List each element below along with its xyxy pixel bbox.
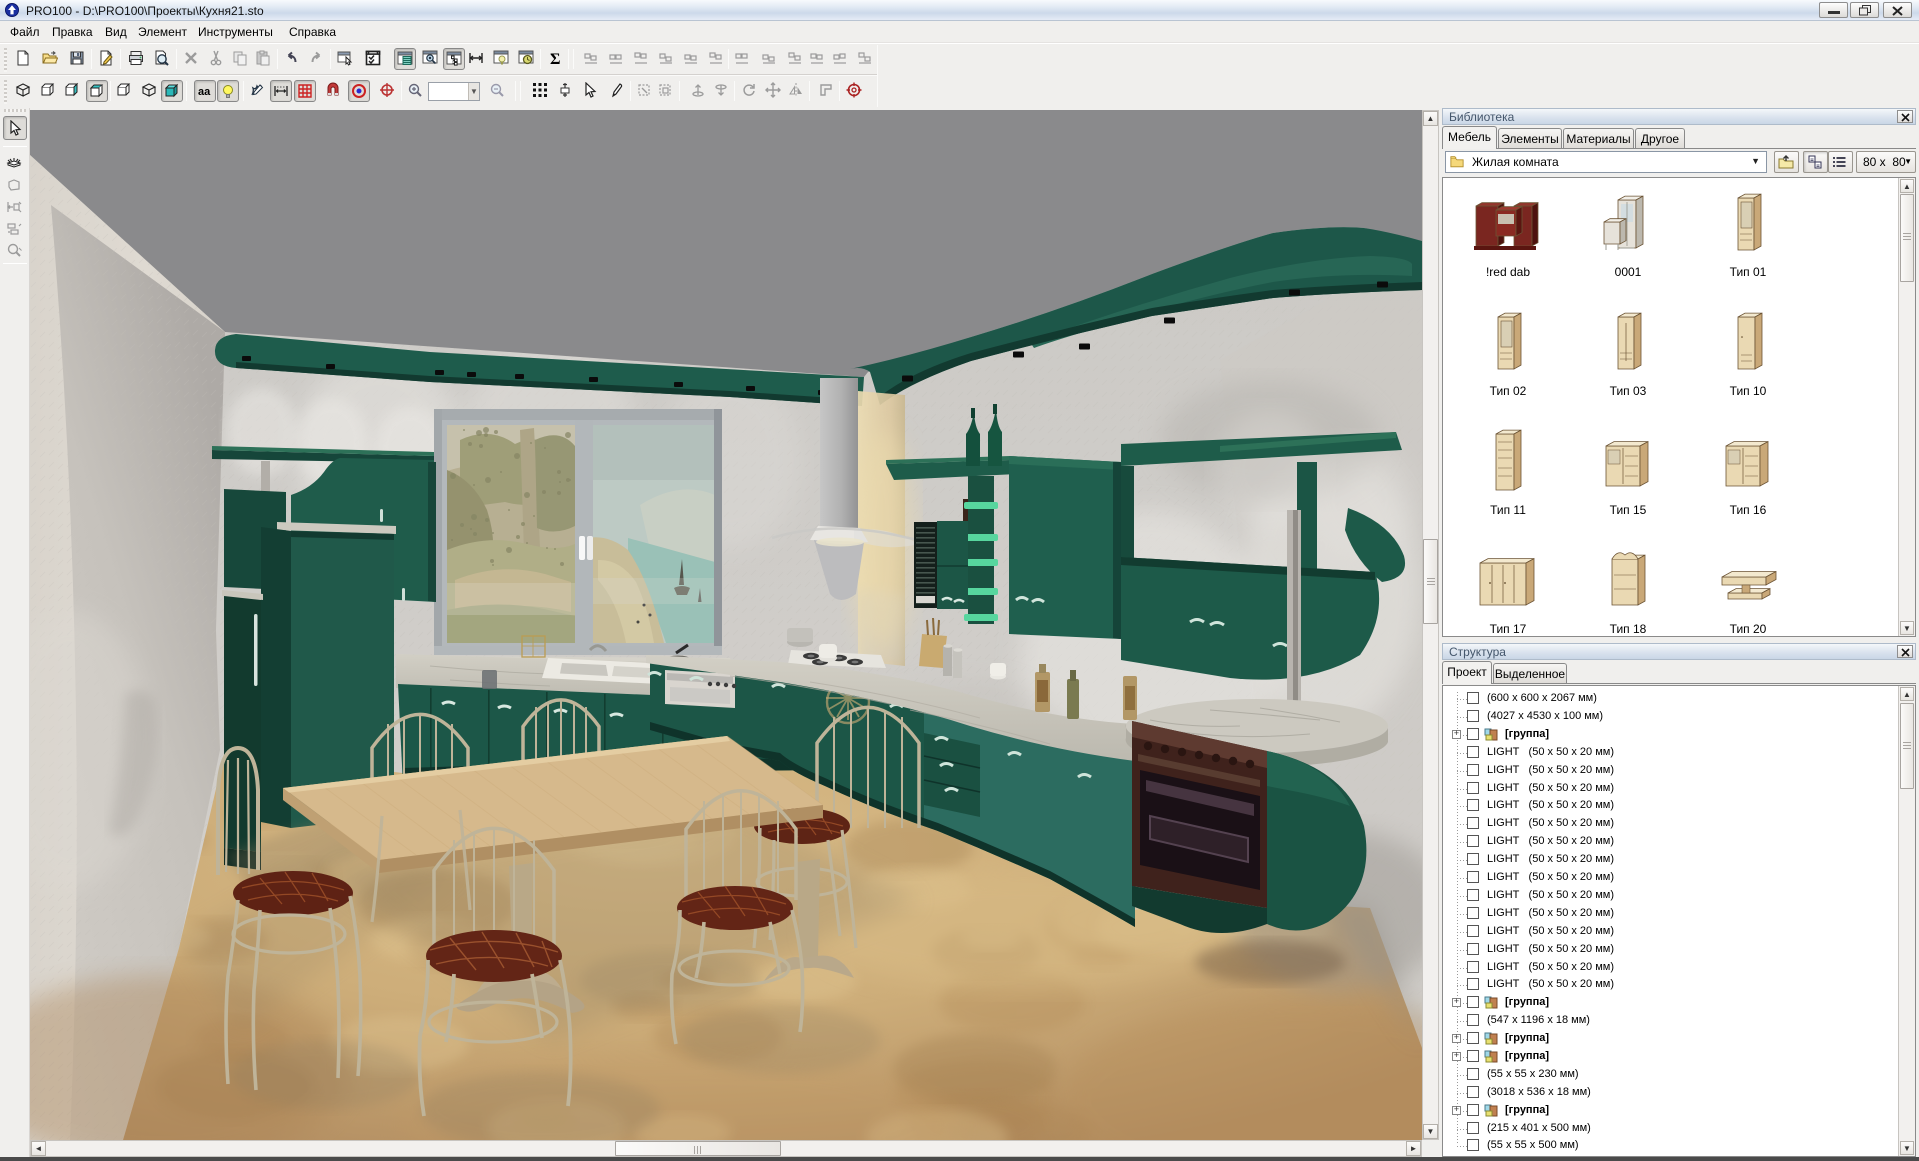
svg-text:Σ: Σ (550, 51, 560, 66)
svg-text:aa: aa (198, 86, 211, 98)
